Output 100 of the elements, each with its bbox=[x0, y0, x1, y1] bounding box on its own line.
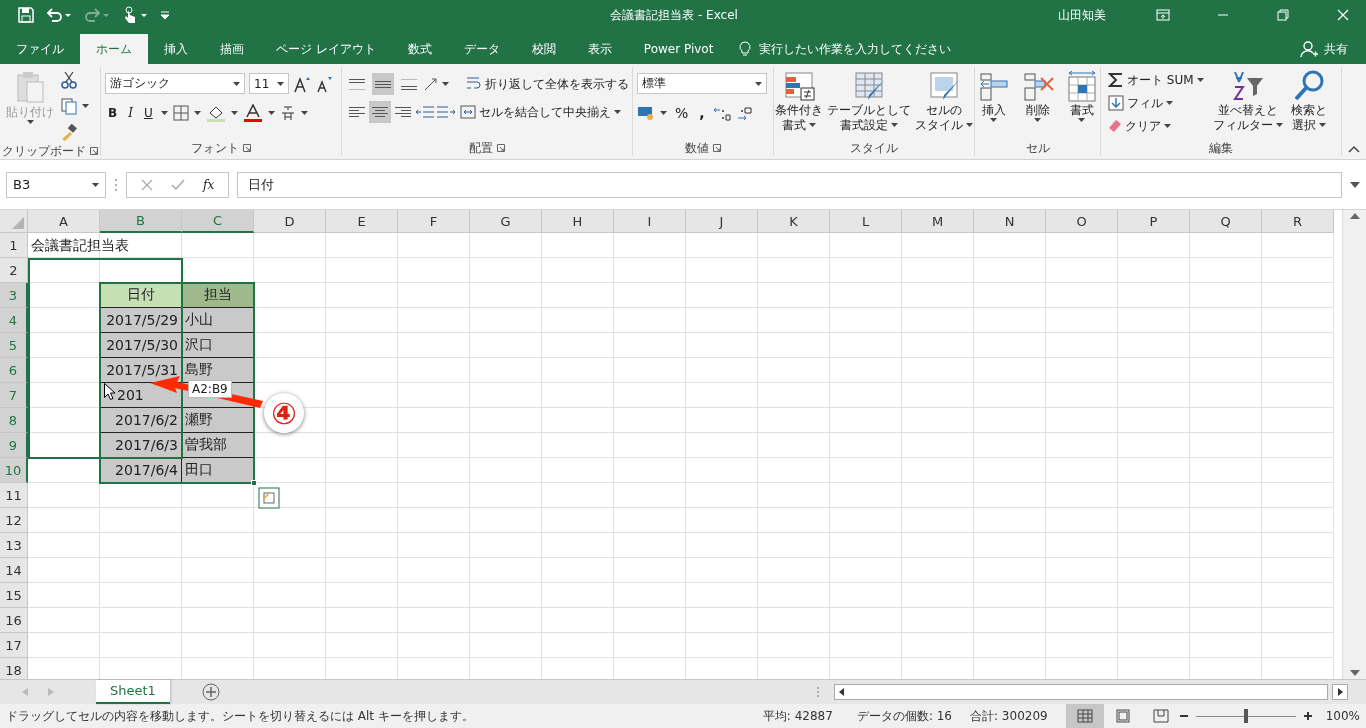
column-header[interactable]: G bbox=[470, 210, 542, 233]
fill-button[interactable]: フィル bbox=[1105, 92, 1207, 114]
ribbon-tab[interactable]: ページ レイアウト bbox=[260, 34, 392, 64]
ribbon-tab[interactable]: 挿入 bbox=[148, 34, 204, 64]
column-header[interactable]: C bbox=[182, 210, 254, 233]
share-button[interactable]: 共有 bbox=[1294, 34, 1354, 64]
status-message: ドラッグしてセルの内容を移動します。シートを切り替えるには Alt キーを押します。 bbox=[6, 707, 474, 725]
column-header[interactable]: B bbox=[100, 210, 182, 233]
header-cell: 日付 bbox=[100, 283, 182, 308]
table-cell: 2017/5/30 bbox=[100, 333, 182, 358]
window-title: 会議書記担当表 - Excel bbox=[609, 6, 739, 24]
ribbon-tab[interactable]: 表示 bbox=[571, 34, 628, 64]
column-header[interactable]: N bbox=[974, 210, 1046, 233]
column-header[interactable]: J bbox=[686, 210, 758, 233]
tell-me-field[interactable]: 実行したい作業を入力してください bbox=[757, 41, 1062, 57]
table-cell: 2017/6/2 bbox=[100, 408, 182, 433]
ribbon-tab[interactable]: ホーム bbox=[80, 34, 148, 64]
group-label: クリップボード bbox=[2, 142, 86, 160]
table-cell: 沢口 bbox=[182, 333, 254, 358]
row-header[interactable]: 7 bbox=[0, 383, 28, 408]
style-button[interactable]: テーブルとして 書式設定 bbox=[825, 69, 913, 138]
clear-button[interactable]: クリア bbox=[1105, 115, 1207, 137]
sheet-tab[interactable]: Sheet1 bbox=[96, 679, 170, 704]
formula-field[interactable]: 日付 bbox=[237, 171, 1342, 198]
column-header[interactable]: D bbox=[254, 210, 326, 233]
column-header[interactable]: K bbox=[758, 210, 830, 233]
sum-readout: 合計: 300209 bbox=[970, 707, 1048, 725]
table-cell: 曽我部 bbox=[182, 433, 254, 458]
count-readout: データの個数: 16 bbox=[856, 707, 952, 725]
column-header[interactable]: O bbox=[1046, 210, 1118, 233]
underline-button[interactable]: U bbox=[140, 102, 156, 124]
step-marker: ④ bbox=[264, 393, 304, 433]
column-header[interactable]: A bbox=[28, 210, 100, 233]
column-header[interactable]: L bbox=[830, 210, 902, 233]
autosum-button[interactable]: オート SUM bbox=[1105, 69, 1207, 91]
sort-filter-button[interactable]: 並べ替えと フィルター bbox=[1210, 69, 1285, 138]
row-header[interactable]: 14 bbox=[0, 558, 28, 583]
table-cell: 瀬野 bbox=[182, 408, 254, 433]
table-cell: 2017/6/3 bbox=[100, 433, 182, 458]
row-header[interactable]: 1 bbox=[0, 233, 28, 258]
column-header[interactable]: I bbox=[614, 210, 686, 233]
row-header[interactable]: 3 bbox=[0, 283, 28, 308]
merge-center-button[interactable]: セルを結合して中央揃え bbox=[459, 101, 622, 123]
column-header[interactable]: H bbox=[542, 210, 614, 233]
row-header[interactable]: 16 bbox=[0, 608, 28, 633]
insert-function-button[interactable]: fx bbox=[203, 177, 215, 192]
row-header[interactable]: 12 bbox=[0, 508, 28, 533]
number-format-field[interactable]: 標準 bbox=[637, 73, 767, 94]
cells-button[interactable]: 削除 bbox=[1018, 69, 1057, 138]
zoom-level[interactable]: 100% bbox=[1325, 709, 1360, 723]
group-label: 配置 bbox=[469, 139, 493, 157]
table-cell: 2017/5/29 bbox=[100, 308, 182, 333]
sheet-title: 会議書記担当表 bbox=[31, 236, 129, 255]
ribbon-tab[interactable]: 数式 bbox=[391, 34, 448, 64]
ribbon-tab[interactable]: 描画 bbox=[204, 34, 260, 64]
ribbon-tab[interactable]: 校閲 bbox=[515, 34, 572, 64]
style-button[interactable]: 条件付き 書式 bbox=[773, 69, 825, 138]
column-header[interactable]: E bbox=[326, 210, 398, 233]
row-header[interactable]: 5 bbox=[0, 333, 28, 358]
column-header[interactable]: P bbox=[1118, 210, 1190, 233]
row-header[interactable]: 15 bbox=[0, 583, 28, 608]
row-header[interactable]: 4 bbox=[0, 308, 28, 333]
italic-button[interactable]: I bbox=[125, 102, 136, 124]
column-header[interactable]: F bbox=[398, 210, 470, 233]
user-name[interactable]: 山田知美 bbox=[1058, 6, 1106, 24]
style-button[interactable]: セルの スタイル bbox=[913, 69, 975, 138]
row-header[interactable]: 2 bbox=[0, 258, 28, 283]
cells-button[interactable]: 挿入 bbox=[974, 69, 1013, 138]
comma-button[interactable]: , bbox=[696, 102, 708, 124]
name-box[interactable]: B3 bbox=[6, 171, 106, 198]
percent-button[interactable]: % bbox=[672, 102, 692, 124]
group-label: 数値 bbox=[685, 139, 709, 157]
cells-button[interactable]: 書式 bbox=[1062, 69, 1101, 138]
row-header[interactable]: 9 bbox=[0, 433, 28, 458]
table-cell: 田口 bbox=[182, 458, 254, 483]
font-size-field[interactable]: 11 bbox=[249, 73, 289, 94]
group-label: 編集 bbox=[1209, 139, 1233, 157]
find-select-button[interactable]: 検索と 選択 bbox=[1288, 69, 1329, 138]
ribbon-tab[interactable]: データ bbox=[447, 34, 516, 64]
column-header[interactable]: M bbox=[902, 210, 974, 233]
row-header[interactable]: 8 bbox=[0, 408, 28, 433]
wrap-text-button[interactable]: 折り返して全体を表示する bbox=[463, 73, 632, 95]
font-name-field[interactable]: 游ゴシック bbox=[105, 73, 245, 94]
average-readout: 平均: 42887 bbox=[762, 707, 833, 725]
group-label: フォント bbox=[191, 139, 239, 157]
range-tooltip: A2:B9 bbox=[188, 380, 232, 398]
group-label: セル bbox=[1025, 139, 1050, 157]
table-cell: 小山 bbox=[182, 308, 254, 333]
column-header[interactable]: R bbox=[1262, 210, 1334, 233]
bold-button[interactable]: B bbox=[105, 102, 121, 124]
row-header[interactable]: 11 bbox=[0, 483, 28, 508]
row-header[interactable]: 6 bbox=[0, 358, 28, 383]
row-header[interactable]: 17 bbox=[0, 633, 28, 658]
ribbon-tab[interactable]: ファイル bbox=[0, 34, 80, 64]
row-header[interactable]: 13 bbox=[0, 533, 28, 558]
row-header[interactable]: 18 bbox=[0, 658, 28, 679]
ribbon-tab[interactable]: Power Pivot bbox=[627, 34, 730, 64]
column-header[interactable]: Q bbox=[1190, 210, 1262, 233]
group-label: スタイル bbox=[850, 139, 898, 157]
row-header[interactable]: 10 bbox=[0, 458, 28, 483]
